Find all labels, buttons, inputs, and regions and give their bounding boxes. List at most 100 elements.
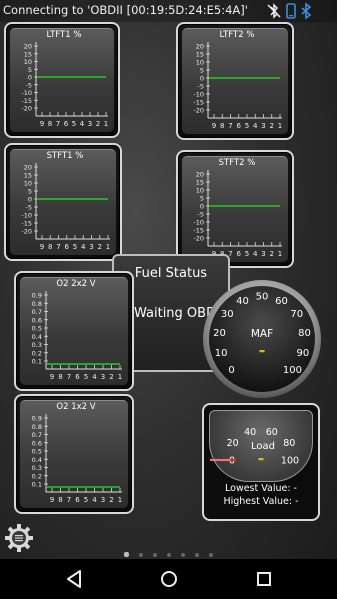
x-tick-label: 3 (261, 122, 265, 130)
x-tick-label: 8 (48, 120, 52, 128)
gauge-title: STFT1 % (47, 151, 84, 161)
y-tick-label: 0.3 (32, 341, 42, 349)
x-tick-label: 2 (270, 122, 274, 130)
y-tick-label: -10 (21, 212, 32, 220)
y-tick-label: 0.6 (32, 316, 42, 324)
x-tick-label: 8 (48, 243, 52, 251)
x-tick-label: 7 (67, 496, 71, 504)
page-dot[interactable] (167, 552, 171, 557)
x-tick-label: 8 (220, 122, 224, 130)
o2-2x2-gauge[interactable]: O2 2x2 V 0.9 0.8 0.7 0.6 0.5 0.4 0.3 0.2 0.1 9 8 7 6 5… (14, 271, 134, 391)
load-title: Load (251, 441, 275, 452)
y-tick-label: 20 (196, 171, 204, 179)
load-dial-marks: 020406080100Load (210, 427, 299, 467)
connection-status-text: Connecting to 'OBDII [00:19:5D:24:E5:4A]… (3, 3, 248, 17)
gauge-title: O2 2x2 V (56, 279, 95, 289)
y-tick-label: 0.4 (32, 333, 42, 341)
load-gauge[interactable]: 020406080100Load Lowest Value: - Highest… (202, 403, 320, 521)
y-tick-label: 15 (196, 51, 204, 59)
y-tick-label: -5 (26, 204, 32, 212)
y-tick-label: -15 (193, 227, 204, 235)
stft1-gauge[interactable]: STFT1 % 20 15 10 5 0 -5 -10 -15 -20 9 8 7 6 5 4 3 2 1 (4, 143, 122, 261)
back-icon[interactable] (62, 567, 86, 591)
y-tick-label: 0.5 (32, 325, 42, 333)
navigation-bar (0, 559, 337, 599)
y-tick-label: 0.7 (32, 431, 42, 439)
phone-icon (286, 3, 296, 19)
y-tick-label: 0.3 (32, 464, 42, 472)
x-tick-label: 4 (253, 122, 258, 130)
stft2-gauge[interactable]: STFT2 %20151050-5-10-15-20987654321 (176, 150, 294, 268)
y-tick-label: -15 (21, 220, 32, 228)
ltft1-gauge[interactable]: LTFT1 % 20 15 10 5 0 -5 -10 -15 -20 9 8 7 6 5 4 3 2 1 (4, 22, 120, 138)
x-tick-label: 6 (65, 243, 70, 251)
x-tick-label: 6 (75, 496, 80, 504)
home-icon[interactable] (157, 567, 181, 591)
load-lowest-value: Lowest Value: - (225, 483, 297, 494)
x-tick-label: 4 (253, 250, 258, 258)
y-tick-label: 0 (200, 203, 204, 211)
load-value-marker (258, 458, 264, 461)
y-tick-label: 10 (196, 187, 204, 195)
x-tick-label: 7 (56, 120, 60, 128)
y-tick-label: 15 (196, 179, 204, 187)
x-tick-label: 1 (118, 496, 122, 504)
recents-icon[interactable] (252, 567, 276, 591)
y-tick-label: 0.8 (32, 300, 42, 308)
y-tick-label: 0.2 (32, 349, 42, 357)
x-tick-label: 9 (50, 373, 54, 381)
maf-gauge[interactable]: 0 10 20 30 40 50 60 70 80 90 100 MAF (202, 279, 322, 399)
x-tick-label: 3 (89, 243, 93, 251)
maf-tick-label: 30 (221, 309, 234, 320)
y-tick-label: 20 (196, 43, 204, 51)
o2-1x2-gauge[interactable]: O2 1x2 V 0.9 0.8 0.7 0.6 0.5 0.4 0.3 0.2 0.1 9 8 7 6 5… (14, 394, 134, 514)
y-tick-label: 0 (28, 196, 32, 204)
x-tick-label: 9 (50, 496, 54, 504)
y-tick-label: 0.2 (32, 472, 42, 480)
y-tick-label: 0.9 (32, 292, 42, 300)
stft2-chart: STFT2 %20151050-5-10-15-20987654321 (193, 158, 282, 258)
gauge-title: O2 1x2 V (56, 402, 95, 412)
page-dot[interactable] (124, 552, 129, 557)
y-tick-label: -20 (193, 107, 204, 115)
y-tick-label: -20 (21, 228, 32, 236)
load-highest-value: Highest Value: - (223, 496, 299, 507)
y-tick-label: 0.8 (32, 423, 42, 431)
maf-tick-label: 10 (215, 348, 228, 359)
x-tick-label: 5 (73, 243, 77, 251)
x-tick-label: 3 (261, 250, 265, 258)
status-bar: Connecting to 'OBDII [00:19:5D:24:E5:4A]… (0, 0, 337, 22)
x-tick-label: 4 (92, 373, 97, 381)
x-tick-label: 4 (80, 120, 85, 128)
x-tick-label: 7 (56, 243, 60, 251)
y-tick-label: 0 (200, 75, 204, 83)
y-tick-label: 0.5 (32, 448, 42, 456)
load-tick-label: 40 (244, 427, 256, 438)
maf-dial-face: 010 20 3040 50 6070 80 90 100 MAF (203, 280, 321, 398)
page-dot[interactable] (153, 552, 157, 557)
maf-title: MAF (251, 328, 273, 340)
x-tick-label: 7 (67, 373, 71, 381)
y-tick-label: 0.7 (32, 308, 42, 316)
maf-tick-label: 40 (236, 296, 249, 307)
ltft2-gauge[interactable]: LTFT2 % 20 15 10 5 0 -5 -10 -15 -20 9 8 7 6 5 4 3 2 1 (176, 22, 294, 140)
x-tick-label: 5 (72, 120, 76, 128)
page-dot[interactable] (181, 552, 185, 557)
page-dot[interactable] (139, 552, 143, 557)
maf-value-marker (259, 350, 265, 353)
y-tick-label: 5 (28, 188, 32, 196)
load-tick-label: 60 (266, 427, 278, 438)
x-tick-label: 2 (109, 373, 113, 381)
page-dot[interactable] (209, 552, 213, 557)
x-tick-label: 5 (84, 496, 88, 504)
gauge-title: STFT2 % (219, 158, 256, 168)
y-tick-label: 10 (24, 180, 32, 188)
ltft1-chart: LTFT1 %20151050-5-10-15-209 8 7 6 5 4 3 2 1 (21, 30, 108, 128)
gauge-title: LTFT2 % (220, 30, 255, 40)
load-tick-label: 80 (283, 438, 295, 449)
x-tick-label: 7 (228, 122, 232, 130)
maf-tick-label: 20 (213, 328, 226, 339)
bluetooth-off-icon (267, 3, 281, 19)
page-dot[interactable] (195, 552, 199, 557)
x-tick-label: 1 (278, 250, 282, 258)
